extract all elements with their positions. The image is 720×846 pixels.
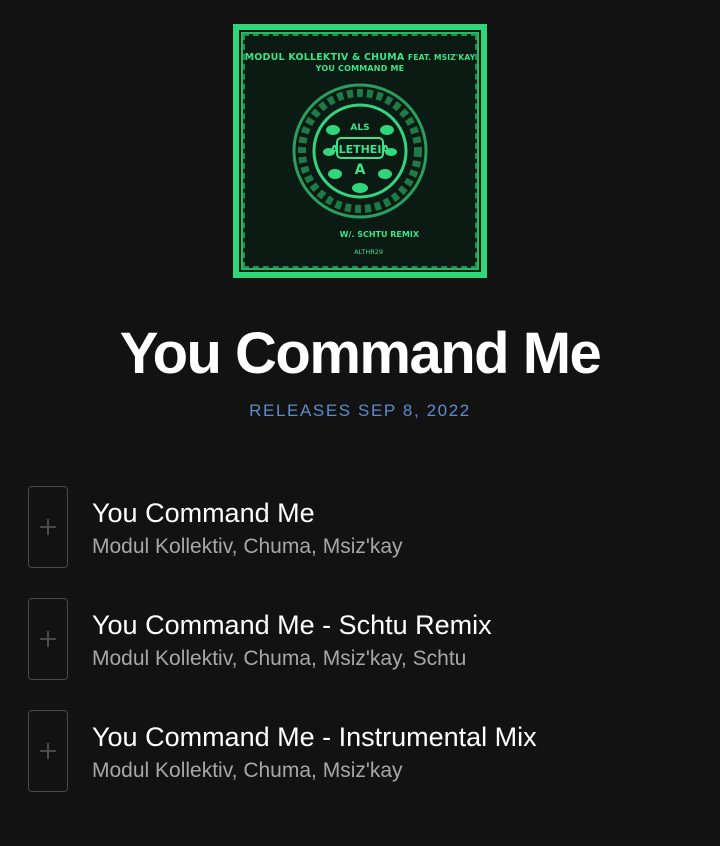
svg-text:ALS: ALS: [350, 123, 369, 133]
cover-emblem-icon: ALETHEIA A ALS: [292, 83, 428, 219]
cover-catalog: ALTHR29: [354, 248, 383, 256]
track-artists: Modul Kollektiv, Chuma, Msiz'kay: [92, 759, 403, 782]
track-row[interactable]: You Command Me - Schtu Remix Modul Kolle…: [28, 598, 708, 682]
svg-text:ALETHEIA: ALETHEIA: [330, 143, 390, 156]
track-artists: Modul Kollektiv, Chuma, Msiz'kay: [92, 535, 403, 558]
svg-text:A: A: [355, 162, 366, 178]
track-row[interactable]: You Command Me Modul Kollektiv, Chuma, M…: [28, 486, 708, 570]
add-track-button[interactable]: [28, 486, 68, 568]
track-artists: Modul Kollektiv, Chuma, Msiz'kay, Schtu: [92, 647, 467, 670]
album-title: You Command Me: [119, 321, 602, 386]
album-cover: MODUL KOLLEKTIV & CHUMA FEAT. MSIZ'KAY Y…: [233, 24, 487, 278]
cover-remix-label: W/. SCHTU REMIX: [339, 230, 419, 239]
add-track-button[interactable]: [28, 710, 68, 792]
plus-icon: [40, 519, 56, 535]
plus-icon: [40, 743, 56, 759]
cover-artists: MODUL KOLLEKTIV & CHUMA: [244, 52, 405, 63]
release-date: RELEASES SEP 8, 2022: [249, 401, 471, 420]
track-title: You Command Me - Schtu Remix: [92, 610, 492, 640]
track-title: You Command Me: [92, 498, 315, 528]
track-title: You Command Me - Instrumental Mix: [92, 722, 537, 752]
cover-title: YOU COMMAND ME: [315, 64, 405, 73]
cover-feat: FEAT. MSIZ'KAY: [407, 53, 476, 62]
cover-header: MODUL KOLLEKTIV & CHUMA FEAT. MSIZ'KAY Y…: [239, 52, 481, 74]
add-track-button[interactable]: [28, 598, 68, 680]
track-row[interactable]: You Command Me - Instrumental Mix Modul …: [28, 710, 708, 794]
plus-icon: [40, 631, 56, 647]
